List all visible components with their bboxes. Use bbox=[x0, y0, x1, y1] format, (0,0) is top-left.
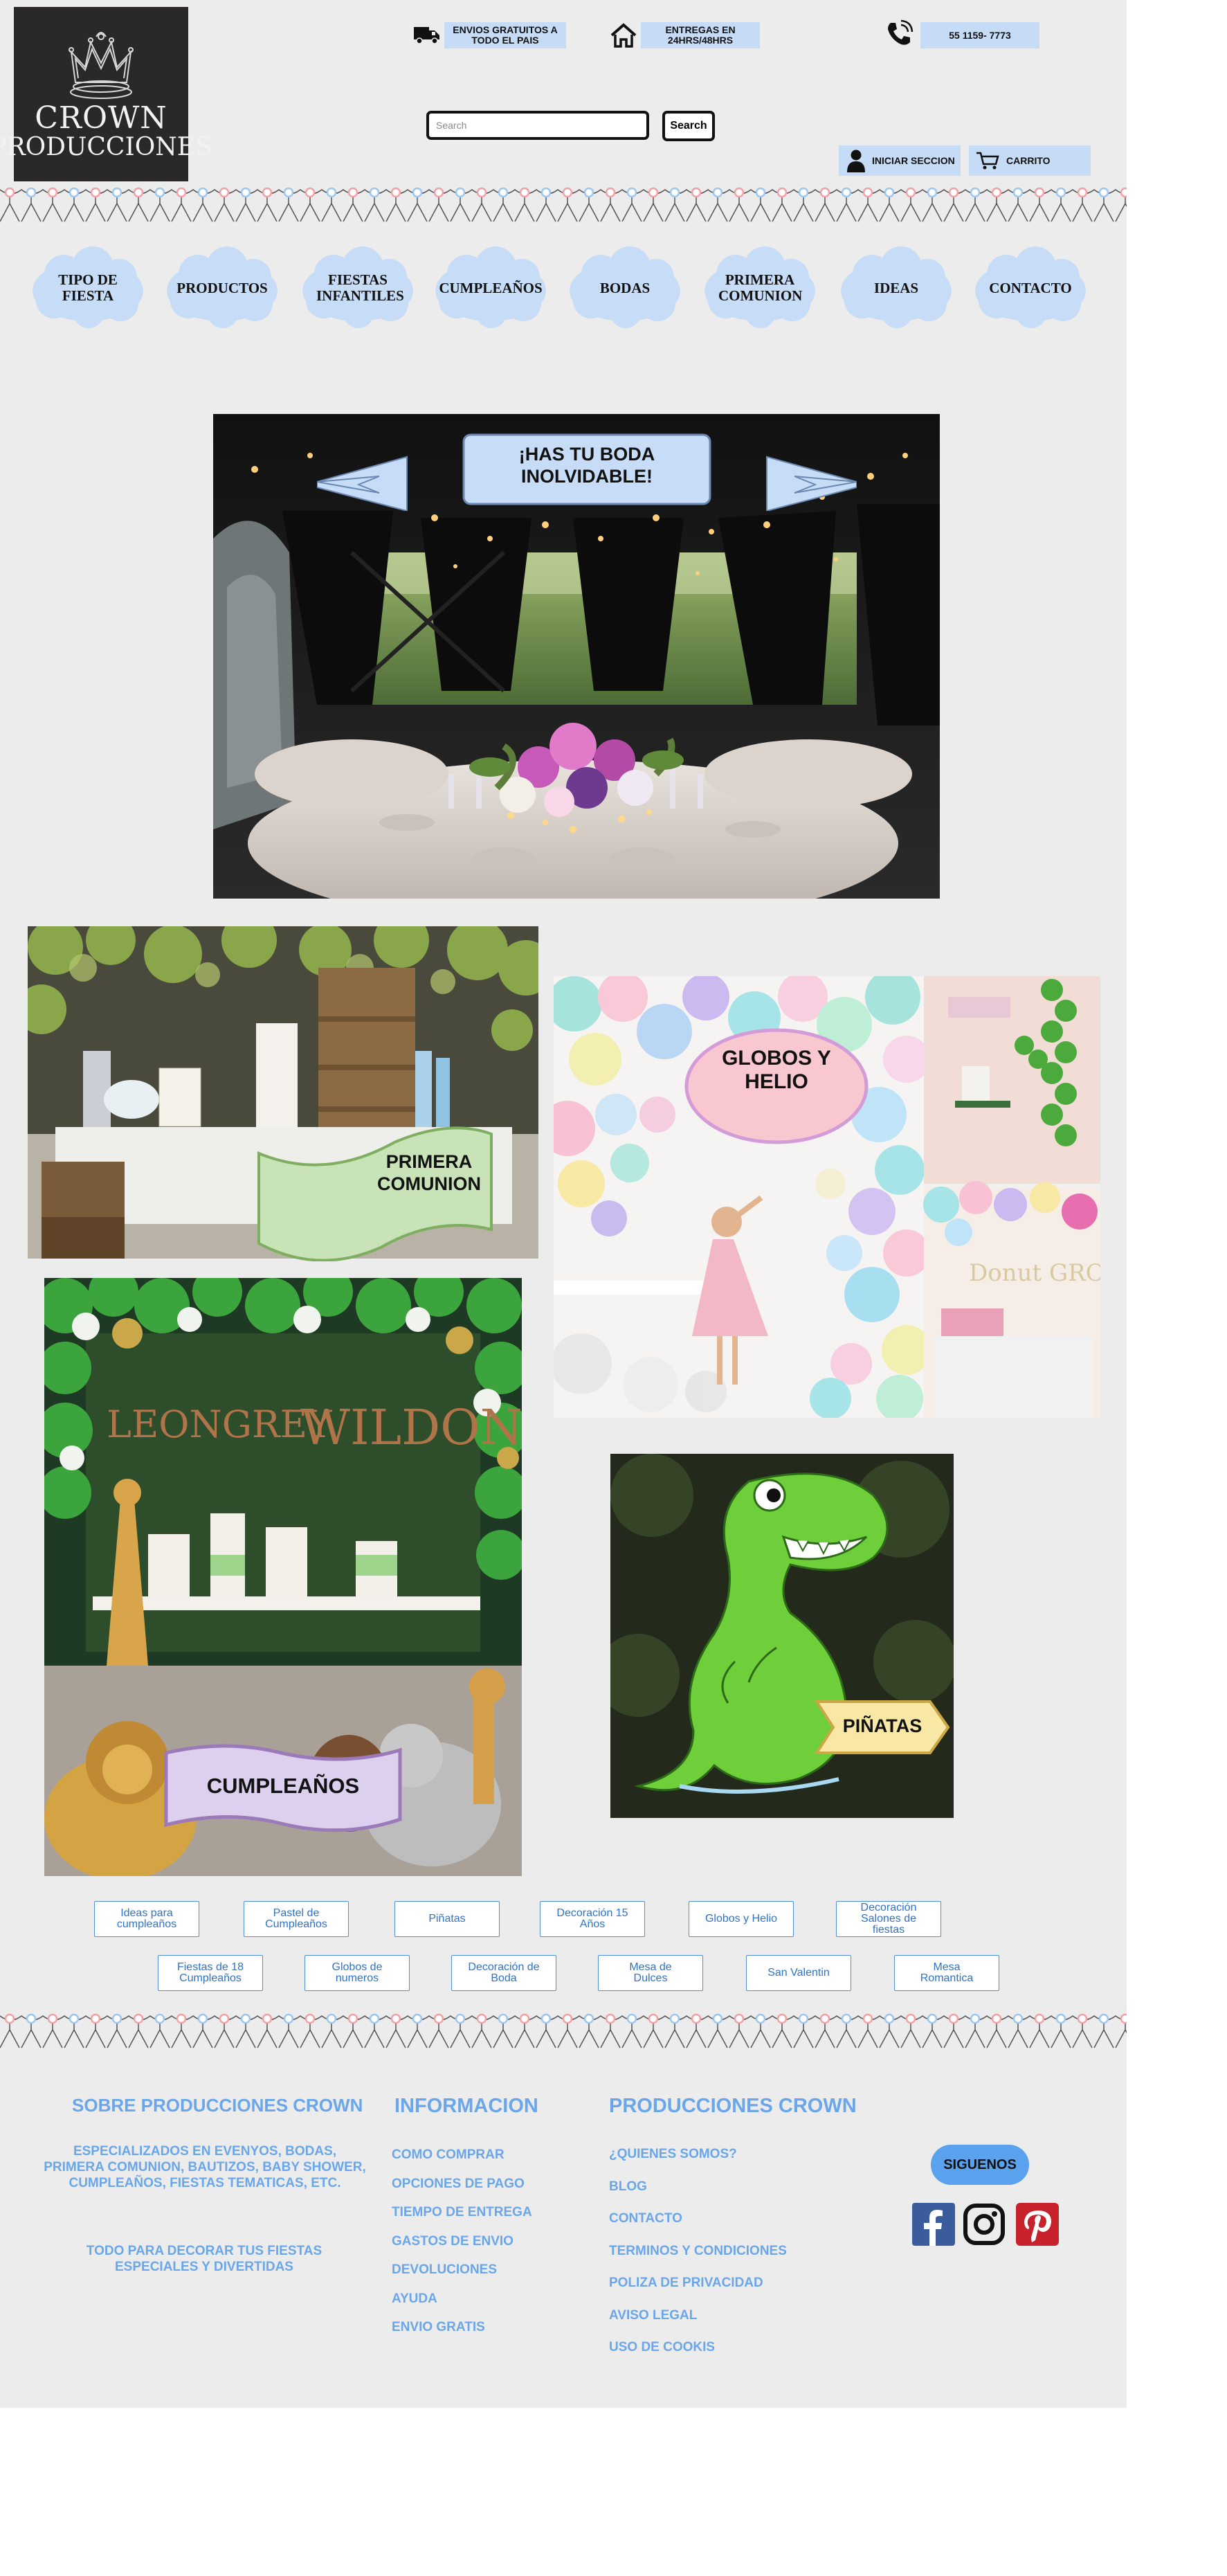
logo-line-1: CROWN bbox=[35, 100, 167, 136]
category-button[interactable]: Mesa Romantica bbox=[894, 1955, 999, 1991]
footer-info-link[interactable]: GASTOS DE ENVIO bbox=[392, 2234, 513, 2249]
login-button[interactable]: INICIAR SECCION bbox=[839, 145, 961, 176]
nav-item-7[interactable]: IDEAS bbox=[837, 246, 955, 330]
pinata-dino-photo bbox=[610, 1454, 954, 1818]
category-button[interactable]: Ideas para cumpleaños bbox=[94, 1901, 199, 1937]
cumple-label: CUMPLEAÑOS bbox=[206, 1774, 360, 1798]
instagram-icon[interactable] bbox=[963, 2203, 1006, 2246]
crown-icon bbox=[69, 32, 134, 99]
phone-icon[interactable] bbox=[884, 19, 914, 48]
footer-info-link[interactable]: ENVIO GRATIS bbox=[392, 2320, 485, 2335]
footer-crown-link[interactable]: TERMINOS Y CONDICIONES bbox=[609, 2244, 787, 2259]
category-button[interactable]: San Valentin bbox=[746, 1955, 851, 1991]
follow-us-button[interactable]: SIGUENOS bbox=[931, 2145, 1029, 2185]
nav-item-5[interactable]: BODAS bbox=[566, 246, 684, 330]
footer-info-link[interactable]: COMO COMPRAR bbox=[392, 2147, 505, 2163]
cart-label: CARRITO bbox=[1006, 155, 1051, 166]
bunting-divider bbox=[0, 187, 1127, 222]
footer-crown-link[interactable]: POLIZA DE PRIVACIDAD bbox=[609, 2276, 763, 2291]
nav-item-2[interactable]: PRODUCTOS bbox=[163, 246, 281, 330]
footer-crown-link[interactable]: CONTACTO bbox=[609, 2211, 682, 2226]
nav-label: PRIMERA COMUNION bbox=[718, 271, 803, 304]
footer-crown-link[interactable]: USO DE COOKIS bbox=[609, 2340, 715, 2355]
search-button[interactable]: Search bbox=[662, 111, 715, 141]
hero-banner-text: ¡HAS TU BODA INOLVIDABLE! bbox=[518, 444, 655, 487]
nav-label: IDEAS bbox=[873, 279, 919, 296]
cart-button[interactable]: CARRITO bbox=[969, 145, 1091, 176]
category-button[interactable]: Fiestas de 18 Cumpleaños bbox=[158, 1955, 263, 1991]
nav-label: BODAS bbox=[599, 279, 651, 296]
nav-item-6[interactable]: PRIMERA COMUNION bbox=[701, 246, 819, 330]
nav-label: CONTACTO bbox=[989, 279, 1072, 296]
cart-icon bbox=[976, 152, 999, 170]
category-button[interactable]: Decoración de Boda bbox=[451, 1955, 556, 1991]
category-button[interactable]: Piñatas bbox=[394, 1901, 500, 1937]
footer-info-link[interactable]: DEVOLUCIONES bbox=[392, 2262, 497, 2278]
comunion-label: PRIMERA COMUNION bbox=[377, 1151, 481, 1194]
footer-info-title: INFORMACION bbox=[394, 2095, 538, 2117]
category-button[interactable]: Mesa de Dulces bbox=[598, 1955, 703, 1991]
truck-icon bbox=[414, 27, 439, 44]
pinatas-label: PIÑATAS bbox=[842, 1715, 922, 1736]
footer-info-link[interactable]: TIEMPO DE ENTREGA bbox=[392, 2205, 532, 2220]
shipping-badge: ENVIOS GRATUITOS A TODO EL PAIS bbox=[444, 22, 566, 48]
footer-info-link[interactable]: OPCIONES DE PAGO bbox=[392, 2177, 525, 2192]
footer-about-text: ESPECIALIZADOS EN EVENYOS, BODAS, PRIMER… bbox=[44, 2144, 366, 2190]
delivery-badge: ENTREGAS EN 24HRS/48HRS bbox=[641, 22, 760, 48]
nav-item-4[interactable]: CUMPLEAÑOS bbox=[432, 246, 549, 330]
globos-photo-text: Donut GROW UP bbox=[969, 1259, 1100, 1287]
tile-pinatas[interactable] bbox=[610, 1454, 954, 1818]
bunting-divider-footer bbox=[0, 2013, 1127, 2048]
logo-line-2: PRODUCCIONES bbox=[0, 133, 212, 161]
category-button[interactable]: Decoración Salones de fiestas bbox=[836, 1901, 941, 1937]
nav-item-1[interactable]: TIPO DE FIESTA bbox=[29, 246, 147, 330]
nav-label: TIPO DE FIESTA bbox=[58, 271, 118, 304]
footer-crown-link[interactable]: AVISO LEGAL bbox=[609, 2308, 697, 2323]
pinterest-icon[interactable] bbox=[1016, 2203, 1059, 2246]
footer-crown-link[interactable]: BLOG bbox=[609, 2179, 647, 2195]
facebook-icon[interactable] bbox=[912, 2203, 955, 2246]
cumple-photo-text-1: LEONGREY bbox=[107, 1403, 333, 1446]
user-icon bbox=[847, 150, 865, 172]
footer-crown-title: PRODUCCIONES CROWN bbox=[609, 2095, 857, 2117]
crown-logo[interactable]: CROWN PRODUCCIONES bbox=[0, 7, 212, 181]
search-input[interactable] bbox=[426, 111, 649, 140]
cumple-photo-text-2: WILDONE bbox=[300, 1399, 522, 1456]
category-button[interactable]: Decoración 15 Años bbox=[540, 1901, 645, 1937]
nav-label: FIESTAS INFANTILES bbox=[316, 271, 404, 304]
footer-crown-link[interactable]: ¿QUIENES SOMOS? bbox=[609, 2147, 737, 2162]
nav-label: CUMPLEAÑOS bbox=[439, 279, 543, 296]
category-button[interactable]: Pastel de Cumpleaños bbox=[244, 1901, 349, 1937]
phone-number[interactable]: 55 1159- 7773 bbox=[920, 22, 1039, 48]
login-label: INICIAR SECCION bbox=[872, 155, 955, 166]
nav-item-8[interactable]: CONTACTO bbox=[972, 246, 1089, 330]
category-button[interactable]: Globos de numeros bbox=[305, 1955, 410, 1991]
footer-info-link[interactable]: AYUDA bbox=[392, 2291, 437, 2307]
footer-about-text-2: TODO PARA DECORAR TUS FIESTAS ESPECIALES… bbox=[86, 2244, 322, 2274]
nav-item-3[interactable]: FIESTAS INFANTILES bbox=[299, 246, 417, 330]
category-button[interactable]: Globos y Helio bbox=[689, 1901, 794, 1937]
footer-about-title: SOBRE PRODUCCIONES CROWN bbox=[72, 2095, 363, 2116]
globos-label: GLOBOS Y HELIO bbox=[722, 1047, 831, 1093]
nav-label: PRODUCTOS bbox=[176, 279, 268, 296]
home-icon bbox=[610, 23, 637, 48]
